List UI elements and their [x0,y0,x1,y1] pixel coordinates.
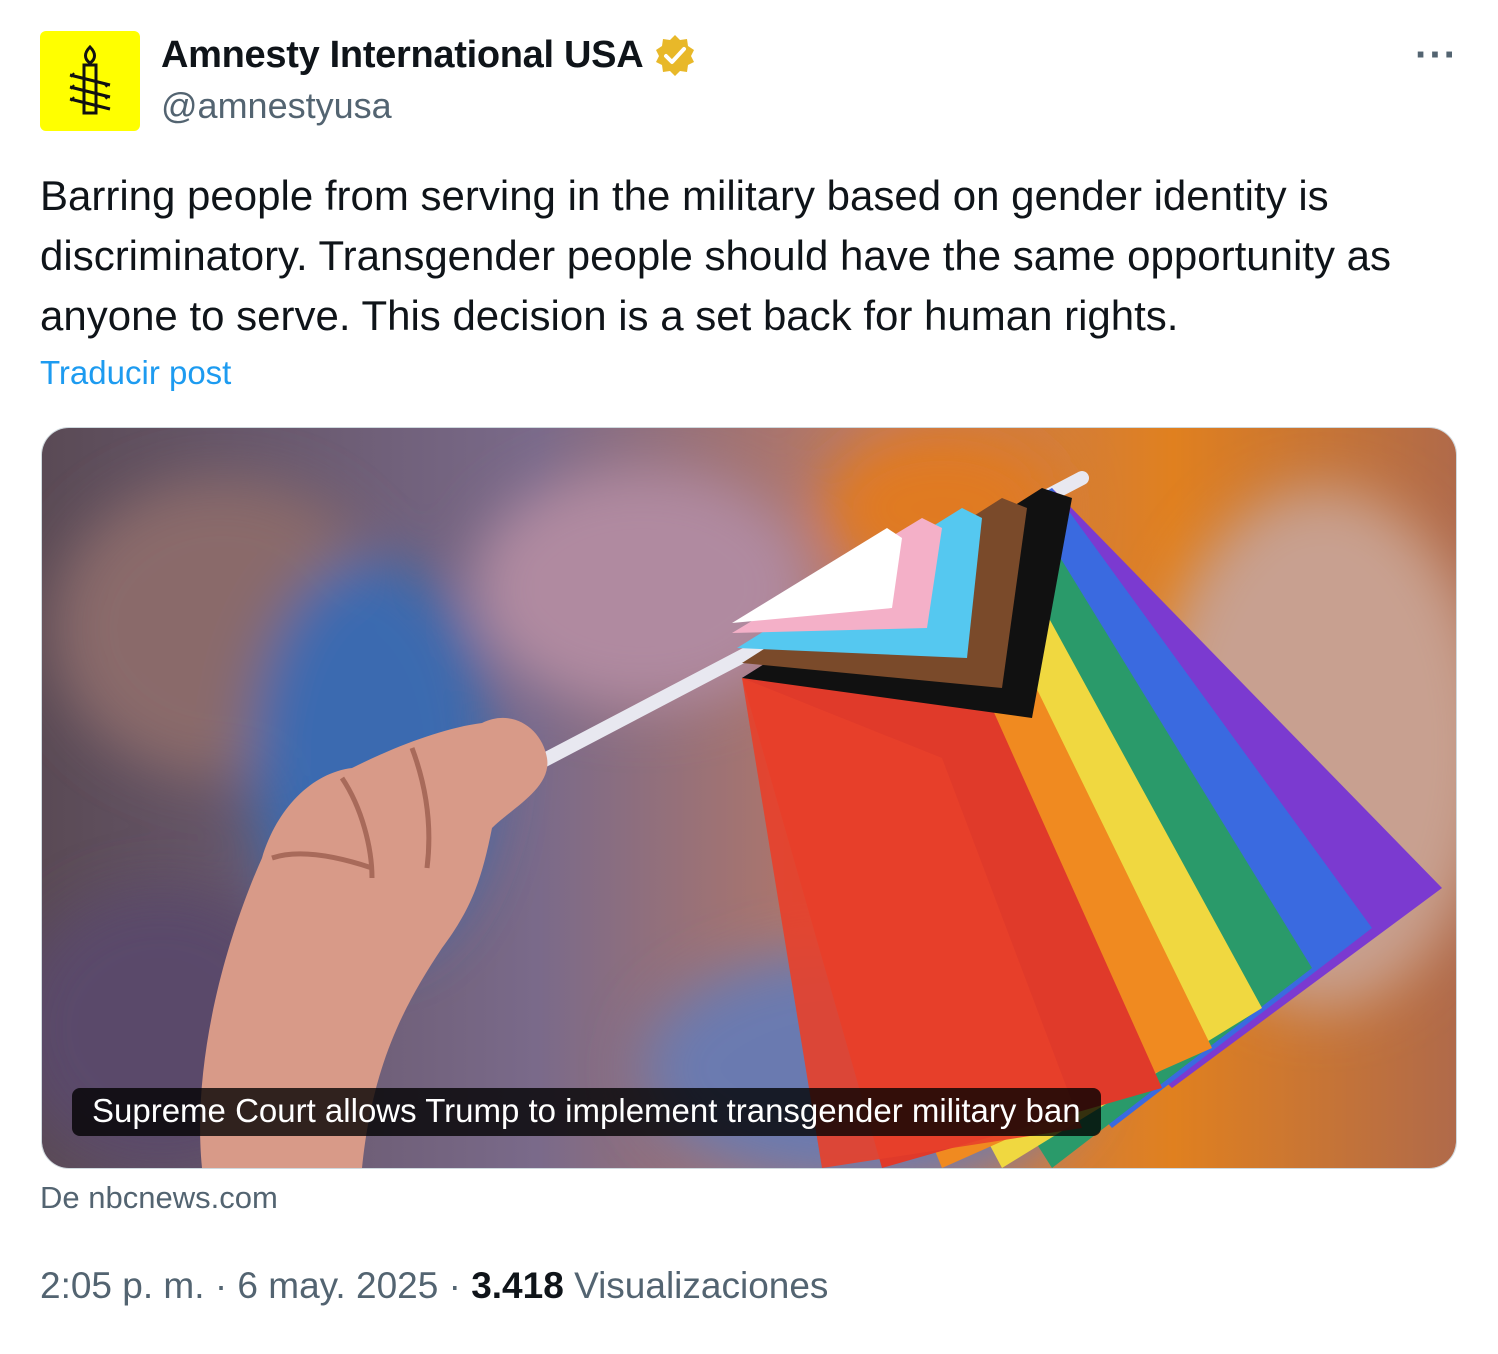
card-title: Supreme Court allows Trump to implement … [72,1088,1101,1136]
views-label: Visualizaciones [574,1265,829,1306]
tweet-date[interactable]: 6 may. 2025 [237,1265,438,1306]
verified-badge-icon [656,35,695,76]
tweet-meta: 2:05 p. m. · 6 may. 2025 · 3.418 Visuali… [40,1265,828,1307]
author-name-row[interactable]: Amnesty International USA [161,33,697,77]
author-display-name[interactable]: Amnesty International USA [161,34,644,77]
author-handle[interactable]: @amnestyusa [161,85,392,127]
meta-separator: · [214,1265,228,1306]
views-count: 3.418 [471,1265,564,1306]
translate-post-link[interactable]: Traducir post [40,354,231,392]
card-source[interactable]: De nbcnews.com [40,1180,278,1216]
more-options-icon[interactable]: ··· [1415,35,1458,75]
tweet-text: Barring people from serving in the milit… [40,172,1391,339]
meta-separator-2: · [448,1265,461,1306]
link-card[interactable]: Supreme Court allows Trump to implement … [41,427,1457,1169]
progress-pride-flag-photo [42,428,1456,1168]
avatar[interactable] [40,31,140,131]
candle-barbed-wire-icon [69,44,111,115]
tweet-time[interactable]: 2:05 p. m. [40,1265,205,1306]
